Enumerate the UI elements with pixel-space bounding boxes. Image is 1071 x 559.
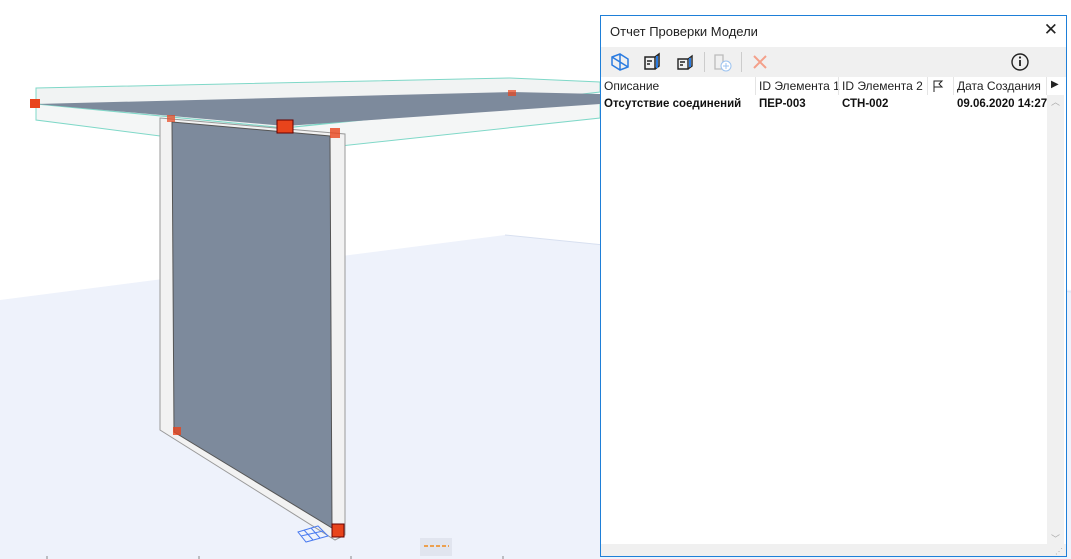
marker [173, 427, 181, 435]
show-in-3d-icon[interactable] [609, 51, 631, 73]
model-check-report-dialog: Отчет Проверки Модели ✕ Описание ID Элем… [600, 15, 1067, 557]
delete-icon[interactable] [749, 51, 771, 73]
toolbar [601, 47, 1066, 77]
scroll-up-icon[interactable]: ︿ [1051, 95, 1060, 108]
column-header-element-id-2[interactable]: ID Элемента 2 [842, 79, 923, 93]
add-issue-icon[interactable] [711, 51, 733, 73]
scroll-right-icon[interactable]: ▶ [1051, 79, 1059, 90]
cell-creation-date: 09.06.2020 14:27 [957, 98, 1048, 110]
resize-grip-icon[interactable]: ⋰ [1055, 547, 1063, 556]
pivot-indicator[interactable] [420, 538, 452, 556]
table-header: Описание ID Элемента 1 ID Элемента 2 Дат… [601, 77, 1066, 95]
marker [30, 99, 40, 108]
close-icon[interactable]: ✕ [1044, 20, 1058, 40]
dialog-title: Отчет Проверки Модели [610, 24, 758, 39]
select-element-1-icon[interactable] [641, 51, 663, 73]
info-icon[interactable] [1009, 51, 1031, 73]
select-element-2-icon[interactable] [674, 51, 696, 73]
flag-icon[interactable] [932, 80, 944, 92]
column-header-description[interactable]: Описание [604, 79, 659, 93]
marker [167, 115, 175, 122]
column-header-element-id-1[interactable]: ID Элемента 1 [759, 79, 840, 93]
cell-element-id-2: СТН-002 [842, 98, 889, 110]
marker [330, 128, 340, 138]
marker [508, 90, 516, 96]
marker [331, 523, 345, 538]
status-bar: ⋰ [601, 544, 1066, 556]
vertical-scrollbar[interactable]: ︿ ﹀ [1047, 95, 1064, 547]
marker [276, 119, 294, 134]
cell-description: Отсутствие соединений [604, 98, 742, 110]
cell-element-id-1: ПЕР-003 [759, 98, 806, 110]
table-row[interactable]: Отсутствие соединений ПЕР-003 СТН-002 09… [601, 97, 1047, 115]
column-header-creation-date[interactable]: Дата Создания [957, 79, 1041, 93]
